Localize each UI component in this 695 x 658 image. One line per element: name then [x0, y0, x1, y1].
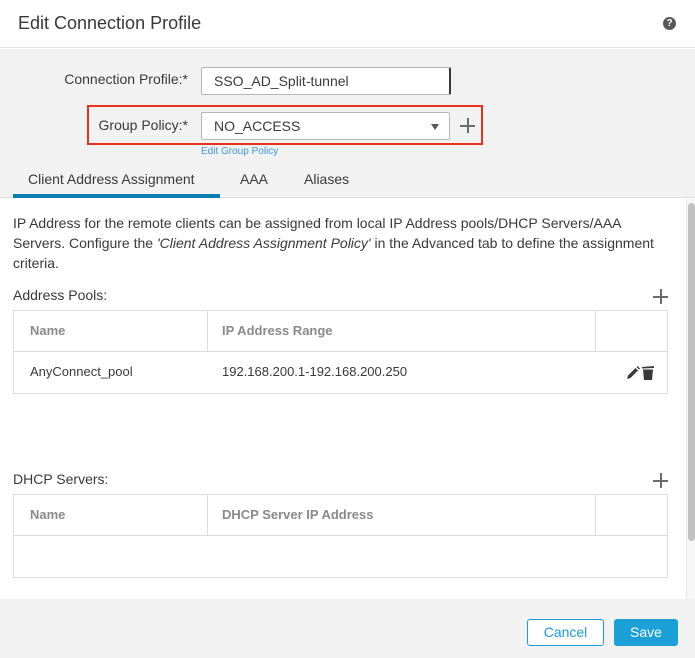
add-group-policy-icon[interactable] — [460, 118, 475, 133]
description-policy-name: 'Client Address Assignment Policy' — [156, 235, 371, 251]
dialog-header: Edit Connection Profile ? — [0, 0, 695, 48]
dialog-title: Edit Connection Profile — [18, 13, 202, 33]
group-policy-value: NO_ACCESS — [214, 118, 301, 134]
column-divider — [207, 495, 208, 535]
edit-group-policy-link[interactable]: Edit Group Policy — [201, 146, 278, 157]
scrollbar-thumb[interactable] — [688, 203, 695, 541]
dhcp-servers-table: Name DHCP Server IP Address — [13, 494, 668, 578]
pencil-icon[interactable] — [626, 366, 640, 380]
column-header-dhcp-ip: DHCP Server IP Address — [222, 507, 374, 522]
column-header-name: Name — [30, 323, 66, 338]
table-header-row: Name IP Address Range — [14, 311, 667, 352]
column-divider — [595, 495, 596, 535]
trash-icon[interactable] — [642, 365, 654, 380]
empty-table-row — [14, 536, 667, 577]
connection-profile-input[interactable]: SSO_AD_Split-tunnel — [201, 67, 451, 95]
address-pools-label: Address Pools: — [13, 287, 108, 303]
chevron-down-icon — [431, 124, 439, 130]
table-header-row: Name DHCP Server IP Address — [14, 495, 667, 536]
assignment-description: IP Address for the remote clients can be… — [13, 213, 673, 273]
connection-profile-label: Connection Profile:* — [64, 71, 188, 87]
address-pools-table: Name IP Address Range AnyConnect_pool 19… — [13, 310, 668, 394]
pool-name: AnyConnect_pool — [30, 364, 133, 379]
dhcp-servers-label: DHCP Servers: — [13, 471, 109, 487]
content-scrollbar[interactable] — [686, 199, 695, 599]
add-address-pool-icon[interactable] — [653, 289, 668, 304]
column-divider — [207, 311, 208, 351]
column-header-name: Name — [30, 507, 66, 522]
group-policy-label: Group Policy:* — [98, 117, 188, 133]
tab-aaa[interactable]: AAA — [240, 171, 268, 187]
tab-bar: Client Address Assignment AAA Aliases — [0, 165, 695, 198]
add-dhcp-server-icon[interactable] — [653, 473, 668, 488]
save-button[interactable]: Save — [614, 619, 678, 646]
column-header-ip-range: IP Address Range — [222, 323, 333, 338]
group-policy-select[interactable]: NO_ACCESS — [201, 112, 450, 140]
tab-aliases[interactable]: Aliases — [304, 171, 349, 187]
dialog-footer: Cancel Save — [0, 599, 695, 658]
table-row: AnyConnect_pool 192.168.200.1-192.168.20… — [14, 352, 667, 393]
pool-ip-range: 192.168.200.1-192.168.200.250 — [222, 364, 408, 379]
tab-content: IP Address for the remote clients can be… — [0, 199, 686, 599]
active-tab-indicator — [13, 194, 220, 198]
cancel-button[interactable]: Cancel — [527, 619, 604, 646]
help-icon[interactable]: ? — [663, 17, 676, 30]
column-divider — [595, 311, 596, 351]
tab-client-address-assignment[interactable]: Client Address Assignment — [28, 171, 195, 187]
